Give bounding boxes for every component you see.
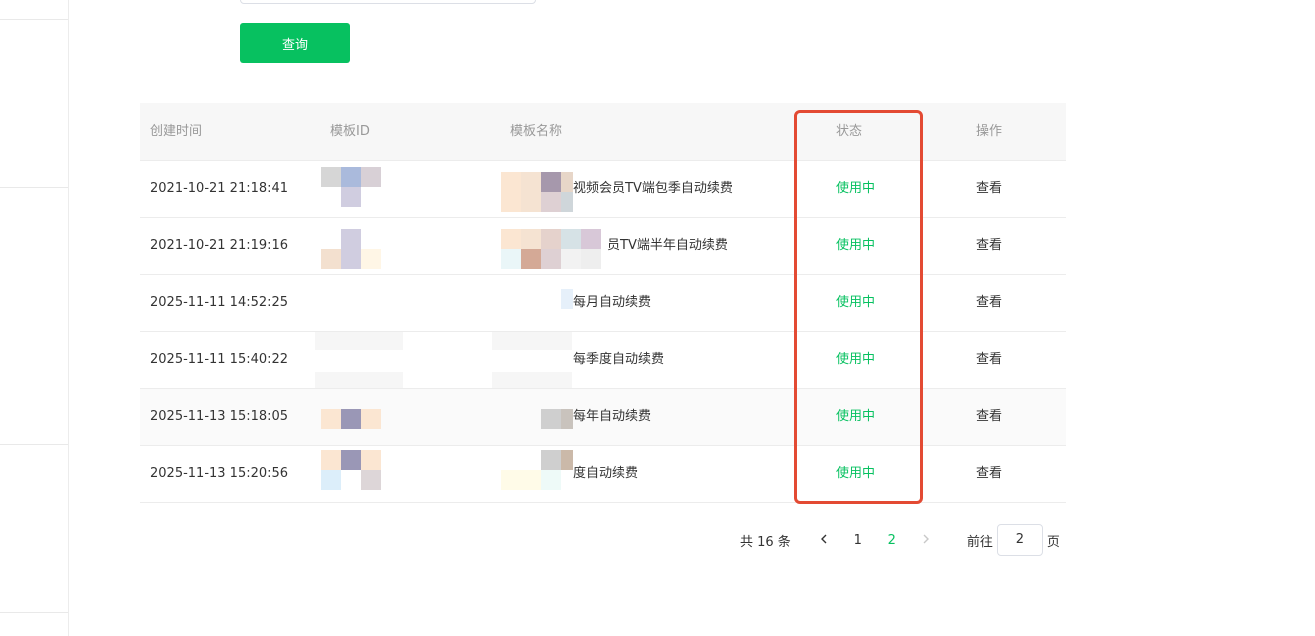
header-template-name: 模板名称 [510,124,563,139]
template-name: 度自动续费 [573,466,639,481]
redacted-name [492,372,572,388]
table-row: 2021-10-21 21:18:41 视频会员TV端包季自动续费 使用中 查看 [140,161,1066,218]
redacted-name [492,332,572,350]
search-input[interactable] [240,0,536,4]
template-table: 创建时间 模板ID 模板名称 状态 操作 2021-10-21 21:18:41… [140,103,1066,503]
page-suffix: 页 [1046,534,1060,550]
redacted-id [321,229,381,269]
next-page-button[interactable] [909,533,943,548]
template-name: 视频会员TV端包季自动续费 [573,181,733,196]
view-link[interactable]: 查看 [976,275,1002,331]
pagination: 共 16 条 1 2 前往 2 页 [740,524,1060,556]
sidebar-divider [0,19,68,20]
query-button[interactable]: 查询 [240,23,350,63]
redacted-id [315,372,403,388]
view-link[interactable]: 查看 [976,446,1002,502]
sidebar-divider [0,444,68,445]
redacted-name [501,229,607,269]
redacted-name [561,289,573,309]
created-time: 2025-11-11 15:40:22 [150,352,289,367]
redacted-name [501,450,573,490]
total-count: 共 16 条 [740,534,791,550]
template-name: 员TV端半年自动续费 [607,238,728,253]
view-link[interactable]: 查看 [976,332,1002,388]
prev-page-button[interactable] [807,533,841,548]
header-template-id: 模板ID [330,124,370,139]
template-name: 每季度自动续费 [573,352,665,367]
page-jumper: 前往 2 页 [967,524,1060,556]
status-column-highlight [794,110,923,504]
chevron-left-icon [820,534,827,543]
created-time: 2025-11-11 14:52:25 [150,295,289,310]
header-created-time: 创建时间 [150,124,203,139]
page-2[interactable]: 2 [875,533,909,548]
table-row: 2025-11-13 15:20:56 度自动续费 使用中 查看 [140,446,1066,503]
page-1[interactable]: 1 [841,533,875,548]
redacted-id [321,167,381,207]
sidebar-divider [0,187,68,188]
template-name: 每年自动续费 [573,409,652,424]
redacted-id [321,450,381,490]
sidebar [0,0,69,636]
created-time: 2021-10-21 21:18:41 [150,181,289,196]
redacted-id [321,409,381,429]
created-time: 2021-10-21 21:19:16 [150,238,289,253]
created-time: 2025-11-13 15:18:05 [150,409,289,424]
goto-page-input[interactable]: 2 [996,524,1043,556]
redacted-name [501,172,573,212]
goto-label: 前往 [966,534,993,550]
chevron-right-icon [923,534,929,543]
view-link[interactable]: 查看 [976,389,1002,445]
view-link[interactable]: 查看 [976,218,1002,274]
table-header: 创建时间 模板ID 模板名称 状态 操作 [140,103,1066,161]
redacted-id [315,332,403,350]
table-row: 2025-11-11 15:40:22 每季度自动续费 使用中 查看 [140,332,1066,389]
header-action: 操作 [976,124,1003,139]
table-row: 2025-11-13 15:18:05 每年自动续费 使用中 查看 [140,389,1066,446]
sidebar-divider [0,612,68,613]
redacted-name [541,409,573,429]
view-link[interactable]: 查看 [976,161,1002,217]
table-row: 2025-11-11 14:52:25 每月自动续费 使用中 查看 [140,275,1066,332]
table-row: 2021-10-21 21:19:16 员TV端半年自动续费 使用中 查看 [140,218,1066,275]
created-time: 2025-11-13 15:20:56 [150,466,289,481]
template-name: 每月自动续费 [573,295,652,310]
